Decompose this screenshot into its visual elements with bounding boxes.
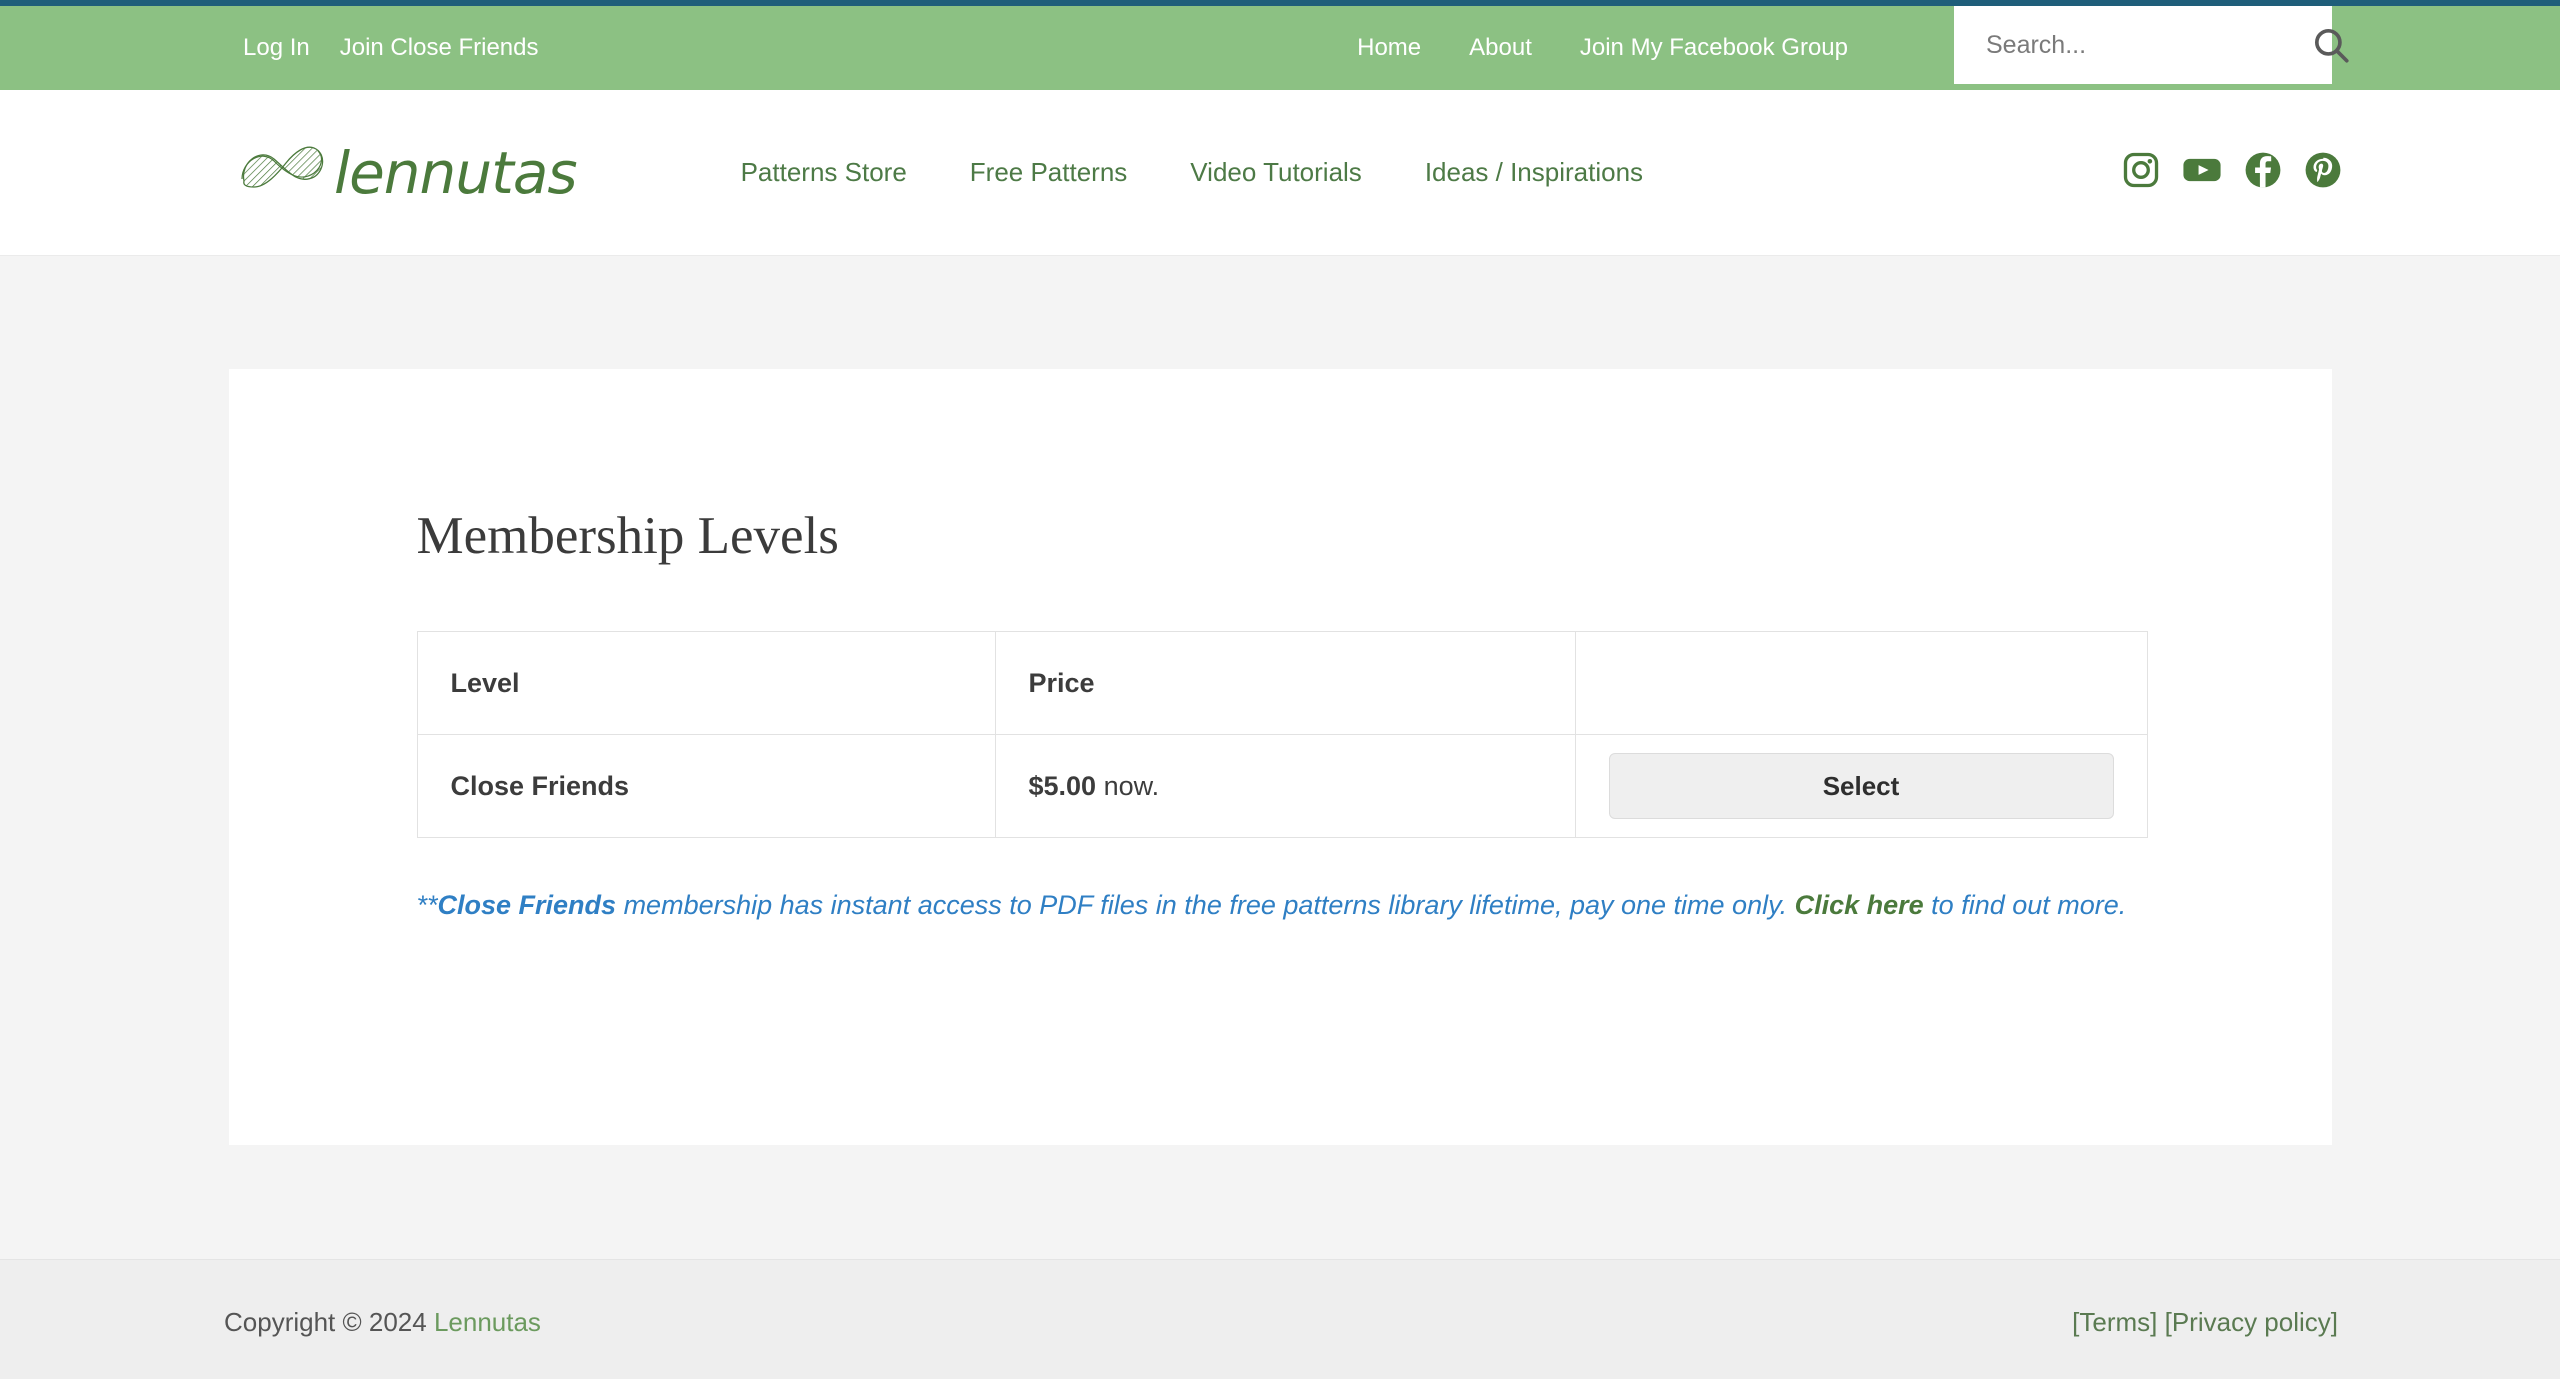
- note-body: membership has instant access to PDF fil…: [616, 890, 1795, 921]
- column-header-level: Level: [416, 631, 996, 736]
- utility-bar-left-links: Log In Join Close Friends: [0, 6, 538, 90]
- site-logo[interactable]: lennutas: [0, 138, 578, 207]
- instagram-icon[interactable]: [2122, 151, 2160, 194]
- nav-patterns-store[interactable]: Patterns Store: [741, 157, 907, 188]
- nav-video-tutorials[interactable]: Video Tutorials: [1190, 157, 1362, 188]
- click-here-link[interactable]: Click here: [1795, 890, 1924, 920]
- nav-ideas-inspirations[interactable]: Ideas / Inspirations: [1425, 157, 1643, 188]
- content-inner: Membership Levels Level Price Close Frie…: [229, 507, 2332, 928]
- cell-price: $5.00 now.: [994, 734, 1576, 839]
- utility-bar-right-links: Home About Join My Facebook Group: [1357, 6, 2560, 90]
- footer-brand-link[interactable]: Lennutas: [434, 1307, 541, 1337]
- home-link[interactable]: Home: [1357, 36, 1421, 60]
- select-button[interactable]: Select: [1608, 753, 2114, 820]
- search-glyph: [2314, 28, 2349, 63]
- footer-links: [Terms] [Privacy policy]: [2072, 1307, 2560, 1338]
- price-amount: $5.00: [1028, 770, 1097, 801]
- instagram-glyph: [2123, 152, 2159, 188]
- search-box[interactable]: [1954, 6, 2349, 84]
- about-link[interactable]: About: [1469, 36, 1532, 60]
- search-icon[interactable]: [2310, 24, 2352, 66]
- membership-note: **Close Friends membership has instant a…: [417, 884, 2137, 928]
- pinterest-icon[interactable]: [2304, 151, 2342, 194]
- yarn-knot-icon: [236, 139, 328, 206]
- page-title: Membership Levels: [416, 507, 839, 565]
- content-card: Membership Levels Level Price Close Frie…: [228, 369, 2332, 1145]
- level-name: Close Friends: [450, 770, 630, 801]
- column-header-action: [1574, 631, 2148, 736]
- note-bold-lead: Close Friends: [437, 890, 617, 921]
- youtube-glyph: [2183, 158, 2221, 182]
- note-prefix: **: [416, 890, 438, 921]
- membership-levels-table: Level Price Close Friends $5.00 now. Sel…: [416, 631, 2148, 839]
- page-body: Membership Levels Level Price Close Frie…: [0, 256, 2560, 1259]
- table-row: Close Friends $5.00 now. Select: [416, 734, 2148, 839]
- youtube-icon[interactable]: [2182, 151, 2222, 194]
- site-footer: Copyright © 2024 Lennutas [Terms] [Priva…: [0, 1259, 2560, 1379]
- bracket-mid: ] [: [2150, 1307, 2172, 1337]
- column-header-price: Price: [994, 631, 1576, 736]
- social-links: [2122, 151, 2560, 194]
- privacy-policy-link[interactable]: Privacy policy: [2172, 1307, 2331, 1337]
- table-body: Close Friends $5.00 now. Select: [416, 734, 2148, 839]
- table-header-row: Level Price: [416, 631, 2148, 736]
- note-tail: to find out more.: [1923, 890, 2127, 921]
- cell-action: Select: [1574, 734, 2148, 839]
- cell-level: Close Friends: [416, 734, 996, 839]
- pinterest-glyph: [2305, 152, 2341, 188]
- search-input[interactable]: [1984, 29, 2310, 61]
- site-logo-text: lennutas: [334, 138, 578, 207]
- yarn-knot-glyph: [241, 146, 324, 188]
- facebook-glyph: [2245, 152, 2281, 188]
- copyright-text: Copyright © 2024: [224, 1307, 434, 1337]
- facebook-icon[interactable]: [2244, 151, 2282, 194]
- log-in-link[interactable]: Log In: [243, 36, 310, 60]
- join-facebook-group-link[interactable]: Join My Facebook Group: [1580, 36, 1848, 60]
- table-head: Level Price: [416, 631, 2148, 736]
- utility-bar: Log In Join Close Friends Home About Joi…: [0, 6, 2560, 90]
- footer-copyright: Copyright © 2024 Lennutas: [0, 1307, 541, 1338]
- price-suffix: now.: [1096, 770, 1160, 801]
- nav-free-patterns[interactable]: Free Patterns: [970, 157, 1128, 188]
- bracket-close: ]: [2330, 1307, 2338, 1337]
- site-header: lennutas Patterns Store Free Patterns Vi…: [0, 90, 2560, 256]
- join-close-friends-link[interactable]: Join Close Friends: [340, 36, 539, 60]
- terms-link[interactable]: Terms: [2079, 1307, 2150, 1337]
- main-nav: Patterns Store Free Patterns Video Tutor…: [741, 157, 1643, 188]
